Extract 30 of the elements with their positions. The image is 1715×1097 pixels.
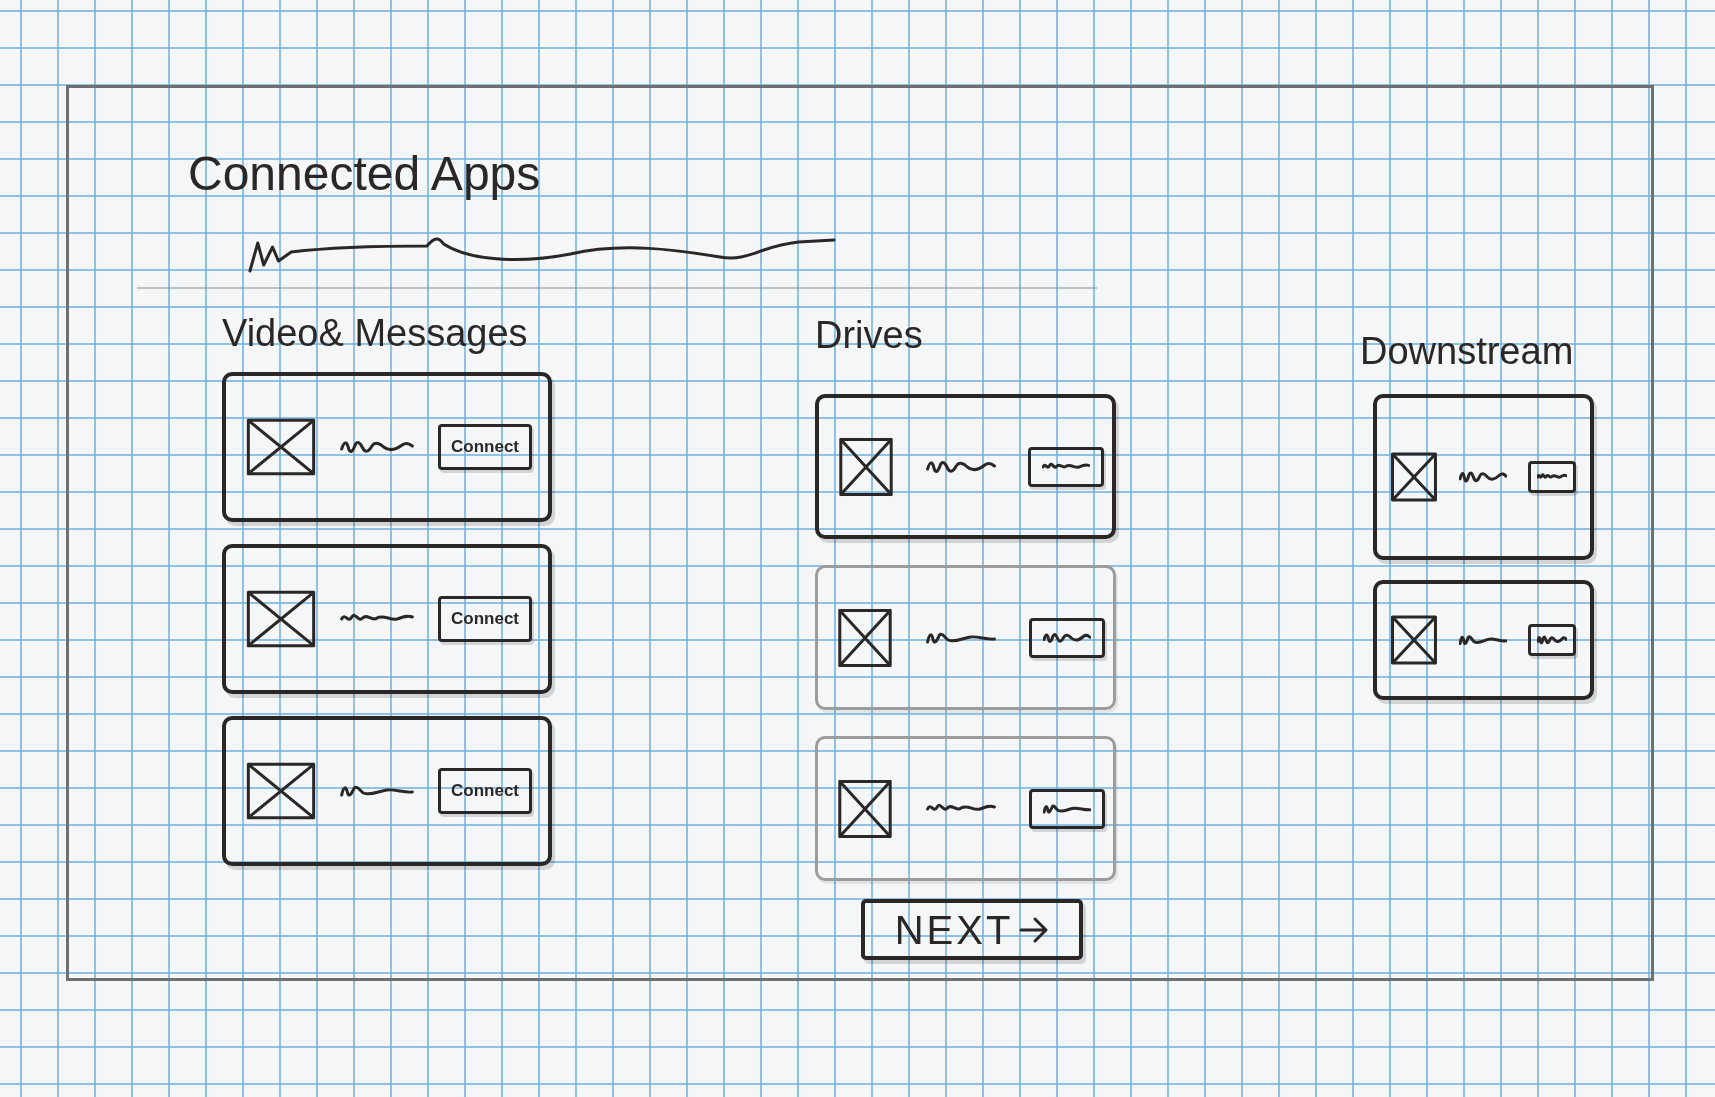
- scribble-icon: [340, 439, 414, 455]
- card-button[interactable]: [1528, 624, 1576, 656]
- scribble-icon: [1537, 635, 1567, 645]
- image-placeholder-icon: [246, 762, 316, 820]
- card-button[interactable]: Connect: [438, 768, 532, 814]
- scribble-icon: [340, 783, 414, 799]
- image-placeholder-icon: [246, 418, 316, 476]
- arrow-right-icon: [1019, 915, 1050, 944]
- scribble-icon: [1043, 802, 1091, 815]
- card-button[interactable]: [1028, 446, 1104, 487]
- section-heading: Drives: [815, 313, 923, 358]
- page-title: Connected Apps: [188, 150, 541, 198]
- image-placeholder-icon: [838, 607, 892, 668]
- scribble-icon: [925, 458, 996, 475]
- scribble-icon: [1458, 633, 1507, 647]
- image-placeholder-icon: [246, 590, 316, 648]
- section-heading: Downstream: [1360, 329, 1574, 374]
- scribble-icon: [1458, 470, 1507, 484]
- scribble-icon: [1537, 472, 1567, 482]
- section-heading: Video& Messages: [222, 311, 528, 356]
- image-placeholder-icon: [1391, 452, 1437, 502]
- card-button[interactable]: [1029, 788, 1105, 829]
- card-button[interactable]: [1029, 617, 1105, 658]
- image-placeholder-icon: [838, 778, 892, 839]
- card-button[interactable]: Connect: [438, 424, 532, 470]
- image-placeholder-icon: [839, 436, 893, 497]
- scribble-icon: [1043, 631, 1091, 644]
- card-button[interactable]: Connect: [438, 596, 532, 642]
- image-placeholder-icon: [1391, 615, 1437, 665]
- card-button[interactable]: [1528, 461, 1576, 493]
